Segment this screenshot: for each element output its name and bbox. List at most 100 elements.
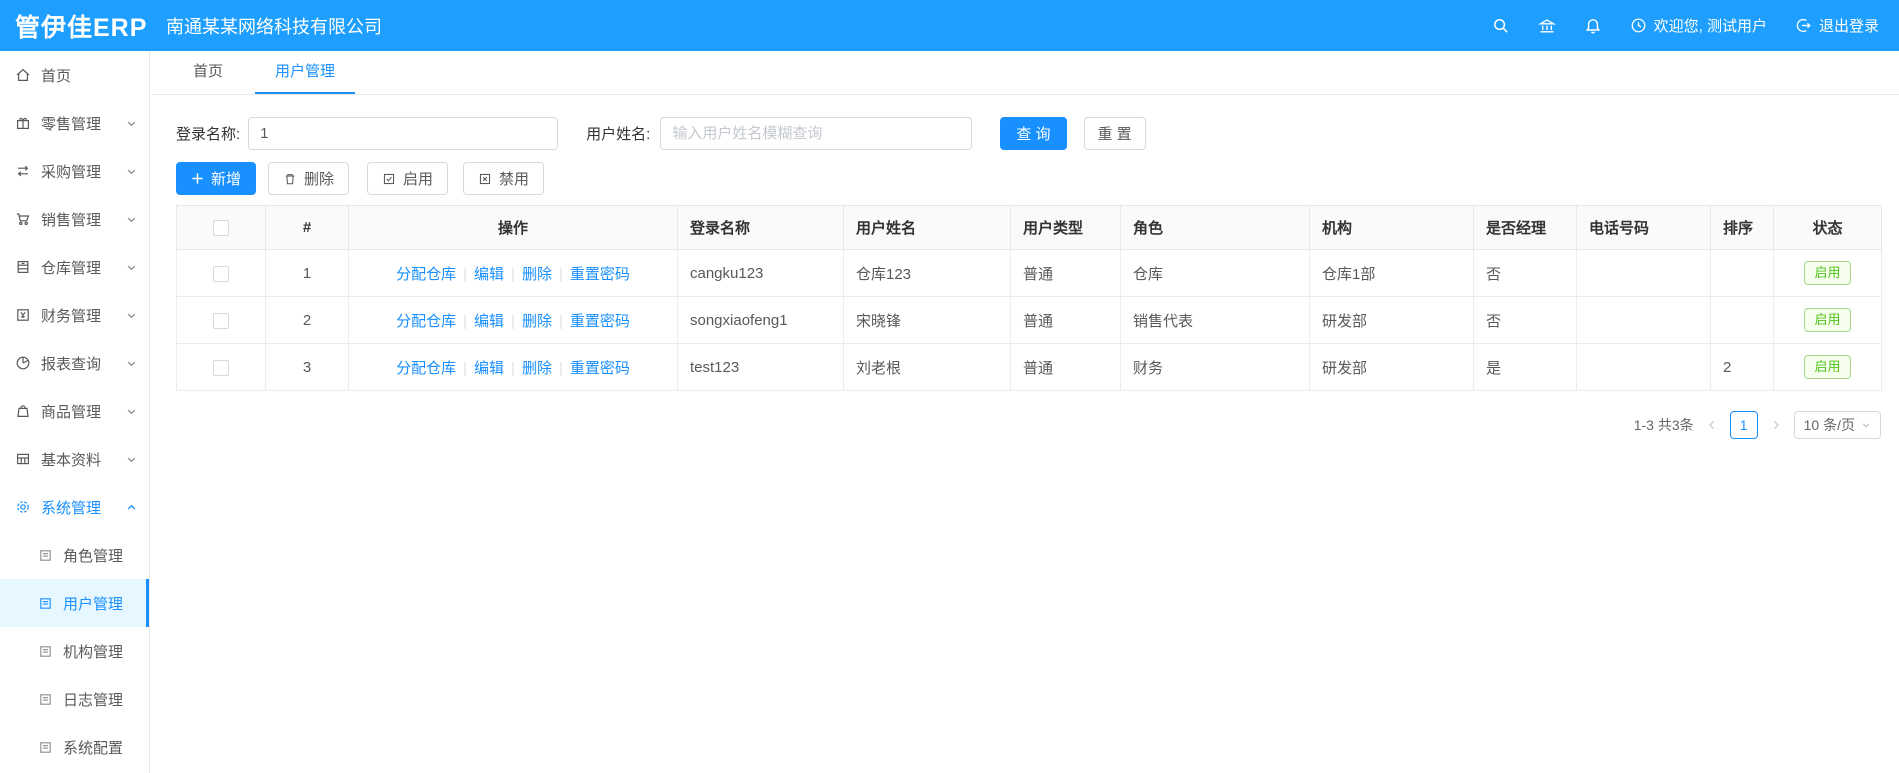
sidebar-item-finance[interactable]: 财务管理 xyxy=(0,291,149,339)
chevron-down-icon xyxy=(126,454,137,465)
assign-warehouse-link[interactable]: 分配仓库 xyxy=(396,313,456,330)
delete-link[interactable]: 删除 xyxy=(522,266,552,283)
user-name-input[interactable] xyxy=(660,117,973,150)
table-row: 3 分配仓库 | 编辑 | 删除 | 重置密码 test123 刘老根 普通 财务 研发部 … xyxy=(176,343,1882,391)
row-checkbox[interactable] xyxy=(213,359,229,376)
cell-manager: 否 xyxy=(1473,249,1577,297)
sidebar-item-warehouse[interactable]: 仓库管理 xyxy=(0,243,149,291)
reset-password-link[interactable]: 重置密码 xyxy=(570,313,630,330)
row-checkbox[interactable] xyxy=(213,312,229,329)
col-manager: 是否经理 xyxy=(1473,205,1577,250)
x-square-icon xyxy=(478,172,492,186)
cell-phone xyxy=(1576,343,1711,391)
assign-warehouse-link[interactable]: 分配仓库 xyxy=(396,360,456,377)
sidebar-item-basic-data[interactable]: 基本资料 xyxy=(0,435,149,483)
cell-name: 仓库123 xyxy=(843,249,1011,297)
reset-password-link[interactable]: 重置密码 xyxy=(570,266,630,283)
check-square-icon xyxy=(382,172,396,186)
gift-icon xyxy=(15,115,31,131)
sidebar-item-user-mgmt[interactable]: 用户管理 xyxy=(0,579,149,627)
cell-index: 2 xyxy=(265,296,349,344)
edit-link[interactable]: 编辑 xyxy=(474,313,504,330)
sidebar-item-home[interactable]: 首页 xyxy=(0,51,149,99)
chevron-up-icon xyxy=(126,502,137,513)
cell-manager: 是 xyxy=(1473,343,1577,391)
link-separator: | xyxy=(511,265,515,283)
sidebar-item-purchase[interactable]: 采购管理 xyxy=(0,147,149,195)
cell-phone xyxy=(1576,296,1711,344)
list-square-icon xyxy=(38,644,53,659)
enable-button[interactable]: 启用 xyxy=(367,162,449,195)
tab-bar: 首页 用户管理 xyxy=(151,51,1899,95)
sidebar-item-system-config[interactable]: 系统配置 xyxy=(0,723,149,771)
table-row: 1 分配仓库 | 编辑 | 删除 | 重置密码 cangku123 仓库123 普通 仓库 … xyxy=(176,249,1882,297)
chevron-down-icon xyxy=(126,262,137,273)
reset-password-link[interactable]: 重置密码 xyxy=(570,360,630,377)
sidebar-item-retail[interactable]: 零售管理 xyxy=(0,99,149,147)
link-separator: | xyxy=(558,359,563,377)
clock-circle-icon xyxy=(1630,17,1647,34)
sidebar-item-system[interactable]: 系统管理 xyxy=(0,483,149,531)
edit-link[interactable]: 编辑 xyxy=(474,266,504,283)
sidebar-item-label: 财务管理 xyxy=(41,307,102,325)
status-badge: 启用 xyxy=(1804,355,1851,379)
next-page-icon[interactable] xyxy=(1768,419,1784,431)
select-all-header xyxy=(176,205,266,250)
sidebar-item-reports[interactable]: 报表查询 xyxy=(0,339,149,387)
chevron-down-icon xyxy=(126,406,137,417)
page-size-select[interactable]: 10 条/页 xyxy=(1793,411,1881,439)
sidebar-item-org-mgmt[interactable]: 机构管理 xyxy=(0,627,149,675)
sidebar-item-label: 系统管理 xyxy=(41,499,102,517)
toolbar: 新增 删除 启用 禁用 xyxy=(176,162,1881,195)
cell-login: cangku123 xyxy=(677,249,844,297)
sidebar-item-goods[interactable]: 商品管理 xyxy=(0,387,149,435)
bell-icon[interactable] xyxy=(1584,17,1602,35)
status-badge: 启用 xyxy=(1804,261,1851,285)
search-button[interactable]: 查 询 xyxy=(1000,117,1067,150)
page-content: 登录名称: 用户姓名: 查 询 重 置 新增 删除 xyxy=(151,117,1899,439)
trash-icon xyxy=(283,172,297,186)
link-separator: | xyxy=(463,359,468,377)
select-all-checkbox[interactable] xyxy=(213,220,229,237)
login-name-input[interactable] xyxy=(248,117,559,150)
tab-user-mgmt[interactable]: 用户管理 xyxy=(255,51,356,94)
sidebar-item-label: 商品管理 xyxy=(41,403,102,421)
chevron-down-icon xyxy=(126,358,137,369)
cell-manager: 否 xyxy=(1473,296,1577,344)
add-button[interactable]: 新增 xyxy=(176,162,257,195)
link-separator: | xyxy=(511,312,515,330)
link-separator: | xyxy=(463,265,468,283)
col-org: 机构 xyxy=(1309,205,1474,250)
swap-arrows-icon xyxy=(15,163,31,179)
sidebar-item-log-mgmt[interactable]: 日志管理 xyxy=(0,675,149,723)
row-checkbox[interactable] xyxy=(213,265,229,282)
disable-button[interactable]: 禁用 xyxy=(463,162,545,195)
col-index: # xyxy=(265,205,349,250)
tab-home[interactable]: 首页 xyxy=(173,51,243,94)
reset-button[interactable]: 重 置 xyxy=(1083,117,1146,150)
chevron-down-icon xyxy=(126,310,137,321)
list-square-icon xyxy=(38,692,53,707)
delete-button[interactable]: 删除 xyxy=(268,162,350,195)
sidebar-item-sales[interactable]: 销售管理 xyxy=(0,195,149,243)
bank-icon[interactable] xyxy=(1537,17,1556,35)
cell-actions: 分配仓库 | 编辑 | 删除 | 重置密码 xyxy=(348,249,678,297)
cell-login: test123 xyxy=(677,343,844,391)
prev-page-icon[interactable] xyxy=(1704,419,1720,431)
sidebar: 首页 零售管理 采购管理 销售管理 仓库管理 财务管理 报表查询 商品管理 基本… xyxy=(0,51,150,773)
sidebar-item-role-mgmt[interactable]: 角色管理 xyxy=(0,531,149,579)
logout-button[interactable]: 退出登录 xyxy=(1795,15,1879,36)
chevron-down-icon xyxy=(1862,423,1870,428)
assign-warehouse-link[interactable]: 分配仓库 xyxy=(396,266,456,283)
status-badge: 启用 xyxy=(1804,308,1851,332)
delete-link[interactable]: 删除 xyxy=(522,360,552,377)
edit-link[interactable]: 编辑 xyxy=(474,360,504,377)
delete-link[interactable]: 删除 xyxy=(522,313,552,330)
cell-name: 宋晓锋 xyxy=(843,296,1011,344)
sidebar-subitem-label: 日志管理 xyxy=(63,691,124,709)
welcome-user[interactable]: 欢迎您, 测试用户 xyxy=(1630,15,1767,36)
link-separator: | xyxy=(558,312,563,330)
shopping-bag-icon xyxy=(15,403,31,419)
page-number-button[interactable]: 1 xyxy=(1729,411,1758,439)
search-icon[interactable] xyxy=(1492,17,1510,35)
